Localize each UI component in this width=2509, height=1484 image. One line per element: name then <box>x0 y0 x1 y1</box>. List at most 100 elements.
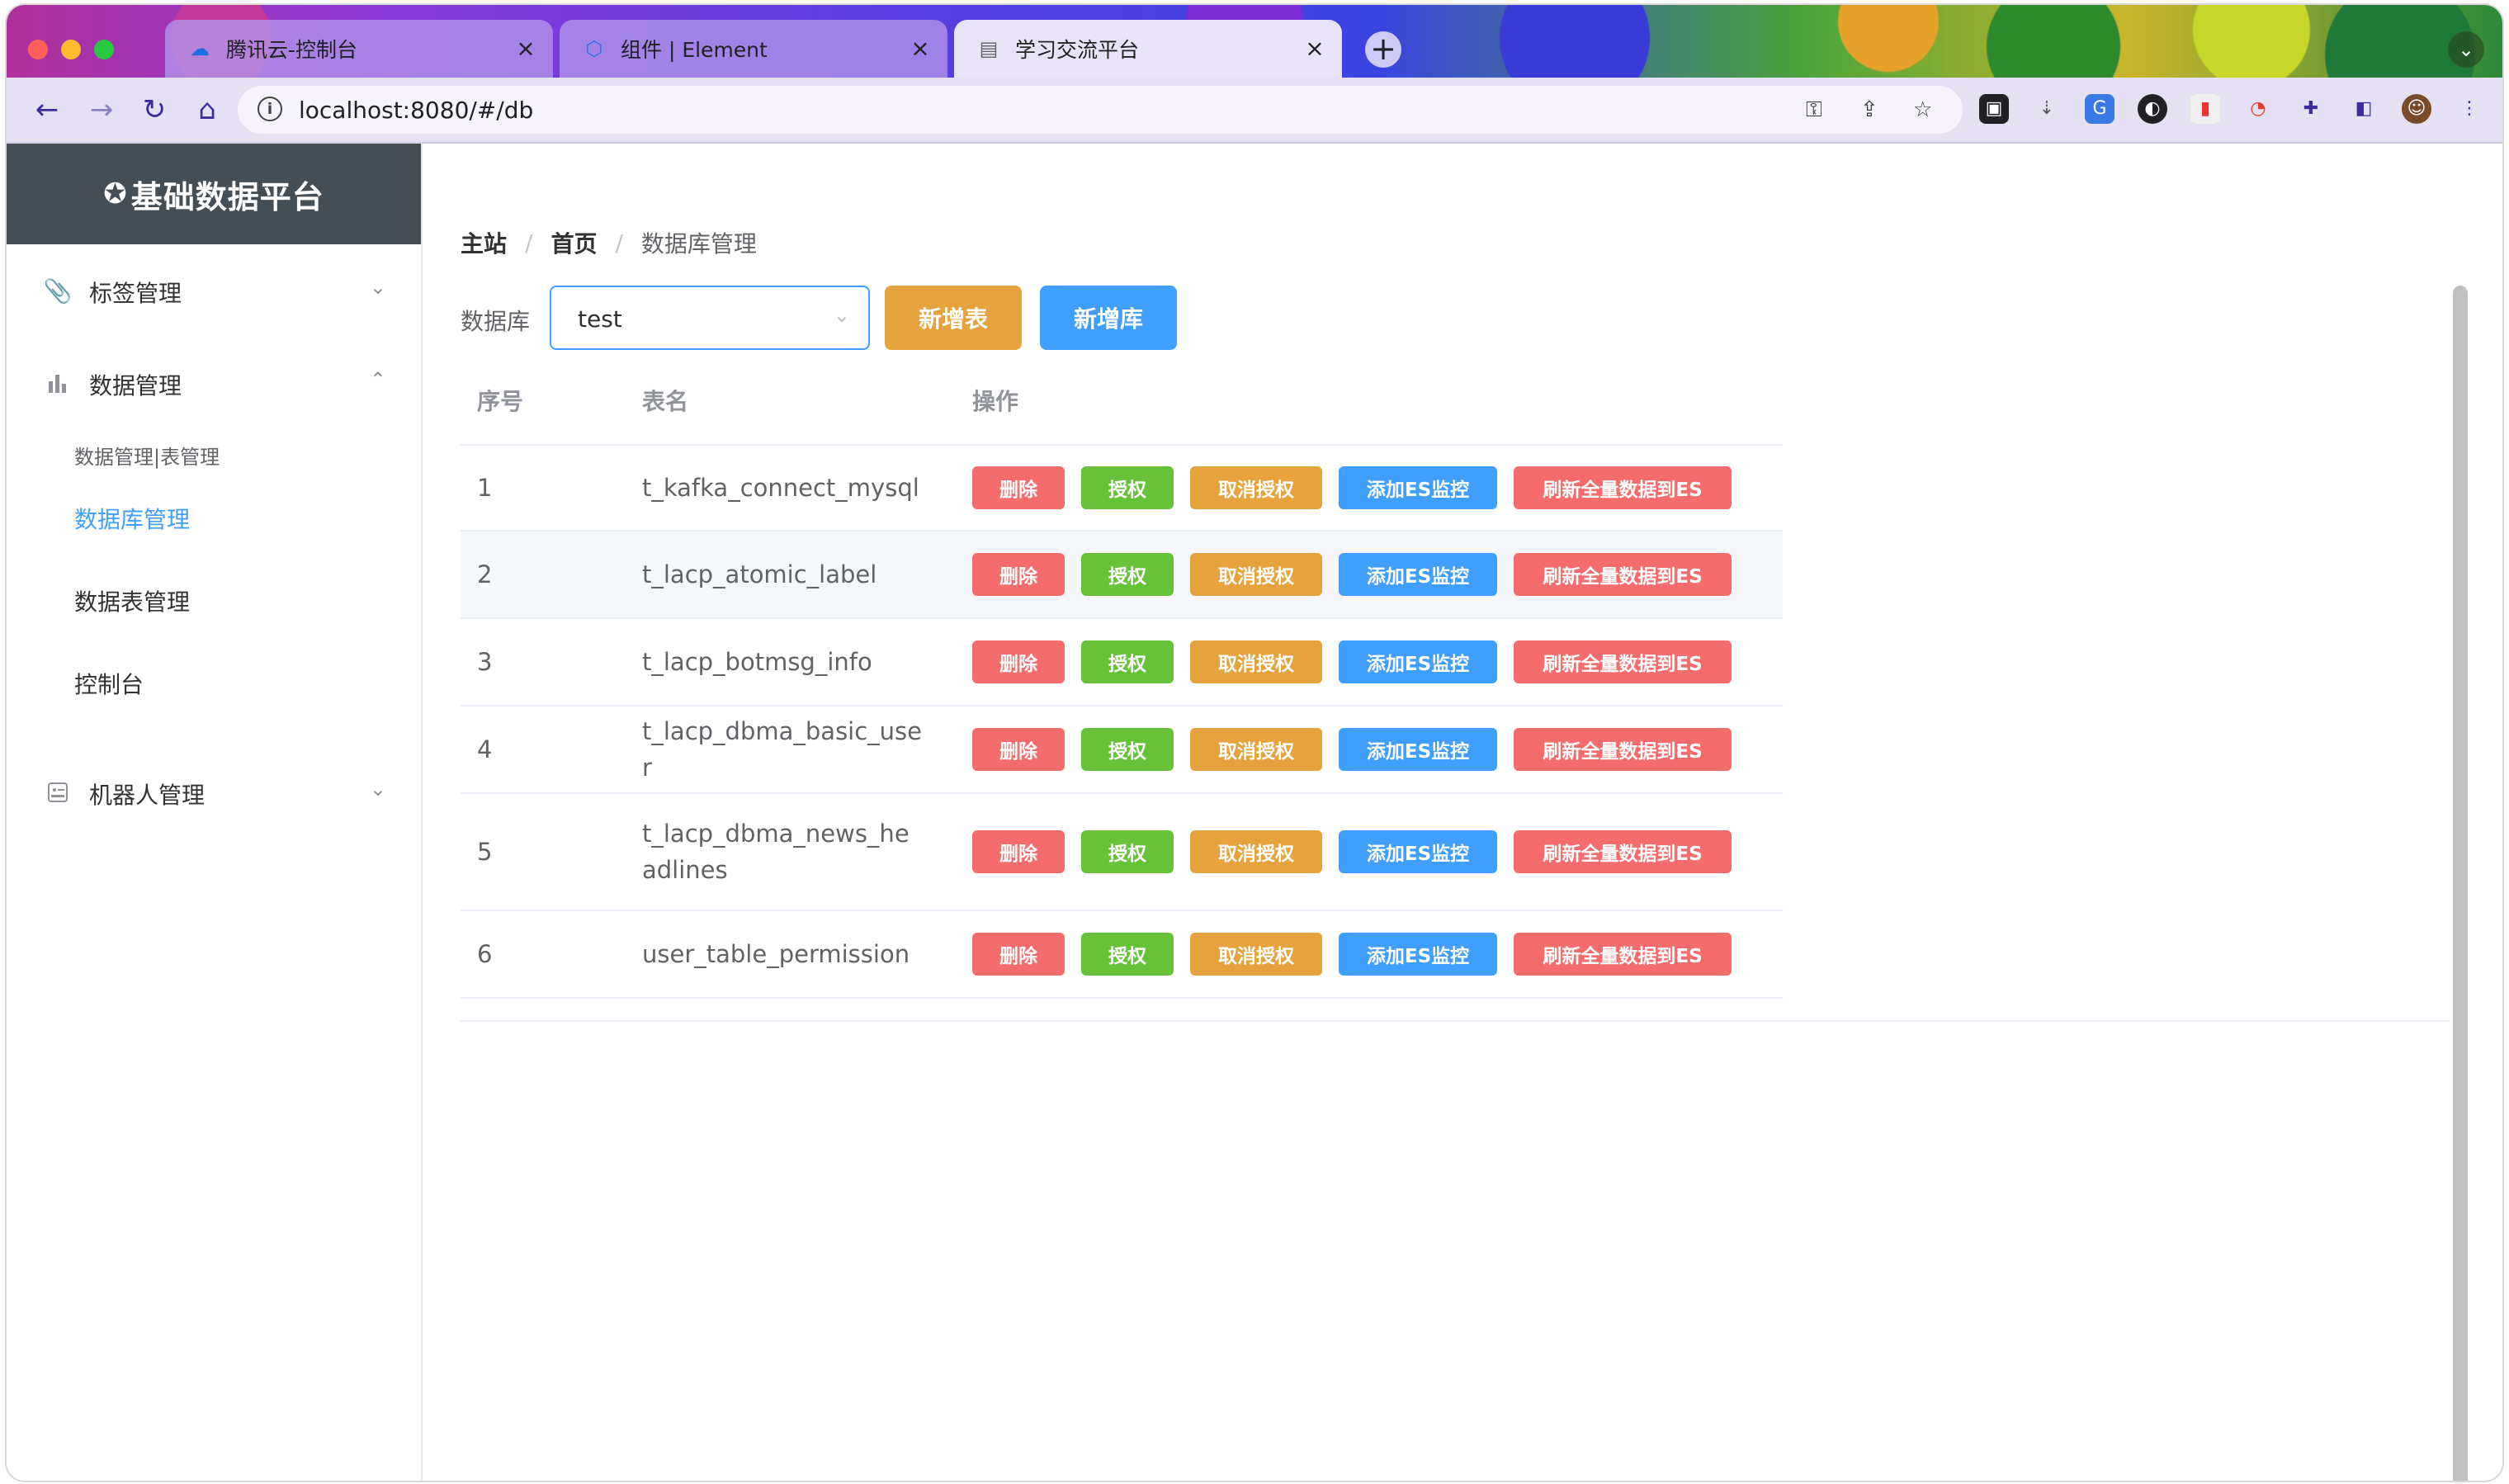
extension-icon[interactable]: ▮ <box>2190 94 2220 124</box>
add-database-button[interactable]: 新增库 <box>1040 286 1177 350</box>
scrollbar[interactable] <box>2453 286 2468 1481</box>
more-icon[interactable]: ⋮ <box>2455 94 2484 124</box>
breadcrumb-separator: / <box>615 229 623 257</box>
close-icon[interactable]: × <box>908 36 933 61</box>
browser-tab-active[interactable]: ▤ 学习交流平台 × <box>954 20 1342 78</box>
delete-button[interactable]: 删除 <box>972 553 1065 596</box>
tab-title: 腾讯云-控制台 <box>226 38 358 62</box>
address-bar[interactable]: i localhost:8080/#/db ⚿ ⇪ ☆ <box>238 86 1963 134</box>
delete-button[interactable]: 删除 <box>972 728 1065 771</box>
submenu-item-console[interactable]: 控制台 <box>74 667 144 700</box>
chevron-up-icon: ⌃ <box>369 368 386 391</box>
add-table-button[interactable]: 新增表 <box>885 286 1022 350</box>
tab-title: 组件 | Element <box>621 38 768 62</box>
table-row: 1 t_kafka_connect_mysql 删除 授权 取消授权 添加ES监… <box>461 445 1783 532</box>
app-logo: ✪ 基础数据平台 <box>7 144 421 244</box>
row-table-name: t_kafka_connect_mysql <box>626 445 956 532</box>
refresh-es-button[interactable]: 刷新全量数据到ES <box>1514 830 1732 873</box>
avatar[interactable]: ☺ <box>2402 94 2431 124</box>
new-tab-button[interactable]: + <box>1365 31 1401 68</box>
refresh-es-button[interactable]: 刷新全量数据到ES <box>1514 640 1732 683</box>
maximize-window-button[interactable] <box>94 40 114 59</box>
tables-table: 序号 表名 操作 1 t_kafka_connect_mysql 删除 授权 取… <box>461 357 1783 999</box>
delete-button[interactable]: 删除 <box>972 933 1065 976</box>
browser-tab[interactable]: ☁ 腾讯云-控制台 × <box>165 20 553 78</box>
add-es-monitor-button[interactable]: 添加ES监控 <box>1339 640 1497 683</box>
extension-icon[interactable]: ▣ <box>1979 94 2009 124</box>
submenu-item-db-mgmt[interactable]: 数据库管理 <box>74 502 190 535</box>
translate-icon[interactable]: G <box>2085 94 2114 124</box>
add-es-monitor-button[interactable]: 添加ES监控 <box>1339 933 1497 976</box>
breadcrumb-item[interactable]: 主站 <box>461 226 507 259</box>
grant-button[interactable]: 授权 <box>1081 640 1174 683</box>
close-icon[interactable]: × <box>1302 36 1327 61</box>
submenu-item-data-table[interactable]: 数据表管理 <box>74 584 190 617</box>
refresh-es-button[interactable]: 刷新全量数据到ES <box>1514 728 1732 771</box>
breadcrumb-item[interactable]: 首页 <box>550 226 597 259</box>
back-arrow-icon[interactable]: ← <box>28 91 66 129</box>
extension-icon[interactable]: ◐ <box>2138 94 2167 124</box>
menu-item-robots[interactable]: 机器人管理 ⌄ <box>7 746 421 839</box>
grant-button[interactable]: 授权 <box>1081 728 1174 771</box>
revoke-button[interactable]: 取消授权 <box>1190 640 1322 683</box>
database-label: 数据库 <box>461 308 531 335</box>
forward-arrow-icon[interactable]: → <box>83 91 120 129</box>
add-es-monitor-button[interactable]: 添加ES监控 <box>1339 830 1497 873</box>
refresh-es-button[interactable]: 刷新全量数据到ES <box>1514 933 1732 976</box>
close-window-button[interactable] <box>28 40 48 59</box>
table-row: 6 user_table_permission 删除 授权 取消授权 添加ES监… <box>461 910 1783 999</box>
grant-button[interactable]: 授权 <box>1081 553 1174 596</box>
revoke-button[interactable]: 取消授权 <box>1190 728 1322 771</box>
tab-title: 学习交流平台 <box>1015 38 1140 62</box>
puzzle-icon[interactable]: ✚ <box>2296 94 2326 124</box>
grant-button[interactable]: 授权 <box>1081 933 1174 976</box>
delete-button[interactable]: 删除 <box>972 466 1065 509</box>
download-icon[interactable]: ⇣ <box>2032 94 2062 124</box>
menu-item-labels[interactable]: 📎 标签管理 ⌄ <box>7 244 421 337</box>
grant-button[interactable]: 授权 <box>1081 830 1174 873</box>
revoke-button[interactable]: 取消授权 <box>1190 933 1322 976</box>
row-table-name: user_table_permission <box>626 910 956 999</box>
grant-button[interactable]: 授权 <box>1081 466 1174 509</box>
row-actions: 删除 授权 取消授权 添加ES监控 刷新全量数据到ES <box>956 445 1783 532</box>
add-es-monitor-button[interactable]: 添加ES监控 <box>1339 728 1497 771</box>
menu-item-data[interactable]: 数据管理 ⌃ <box>7 337 421 429</box>
extension-icon[interactable]: ◔ <box>2243 94 2273 124</box>
revoke-button[interactable]: 取消授权 <box>1190 553 1322 596</box>
refresh-es-button[interactable]: 刷新全量数据到ES <box>1514 466 1732 509</box>
table-row: 2 t_lacp_atomic_label 删除 授权 取消授权 添加ES监控 … <box>461 531 1783 619</box>
menu-label: 数据管理 <box>89 372 182 399</box>
revoke-button[interactable]: 取消授权 <box>1190 830 1322 873</box>
row-table-name: t_lacp_botmsg_info <box>626 618 956 707</box>
chevron-down-icon: ⌄ <box>833 304 850 327</box>
table-row: 4 t_lacp_dbma_basic_user 删除 授权 取消授权 添加ES… <box>461 706 1783 794</box>
row-index: 2 <box>461 531 626 619</box>
breadcrumb-separator: / <box>525 229 533 257</box>
share-icon[interactable]: ⇪ <box>1860 97 1878 122</box>
row-index: 6 <box>461 910 626 999</box>
app-title: 基础数据平台 <box>130 178 324 215</box>
tab-search-chevron-icon[interactable]: ⌄ <box>2448 31 2484 68</box>
submenu-item-table-mgmt[interactable]: 数据管理|表管理 <box>74 441 220 470</box>
add-es-monitor-button[interactable]: 添加ES监控 <box>1339 553 1497 596</box>
sidepanel-icon[interactable]: ◧ <box>2349 94 2379 124</box>
delete-button[interactable]: 删除 <box>972 830 1065 873</box>
add-es-monitor-button[interactable]: 添加ES监控 <box>1339 466 1497 509</box>
browser-tab[interactable]: ⬡ 组件 | Element × <box>560 20 947 78</box>
key-icon[interactable]: ⚿ <box>1806 97 1822 123</box>
delete-button[interactable]: 删除 <box>972 640 1065 683</box>
revoke-button[interactable]: 取消授权 <box>1190 466 1322 509</box>
info-icon[interactable]: i <box>258 97 282 121</box>
home-icon[interactable]: ⌂ <box>188 91 226 129</box>
element-icon: ⬡ <box>585 37 603 60</box>
database-select-value: test <box>578 305 622 333</box>
close-icon[interactable]: × <box>513 36 538 61</box>
row-table-name: t_lacp_dbma_basic_user <box>626 706 956 794</box>
refresh-es-button[interactable]: 刷新全量数据到ES <box>1514 553 1732 596</box>
bookmark-star-icon[interactable]: ☆ <box>1913 97 1932 122</box>
minimize-window-button[interactable] <box>61 40 81 59</box>
reload-icon[interactable]: ↻ <box>135 91 173 129</box>
database-select[interactable]: test ⌄ <box>550 286 870 350</box>
url-text: localhost:8080/#/db <box>299 97 534 124</box>
browser-tabstrip: ☁ 腾讯云-控制台 × ⬡ 组件 | Element × ▤ 学习交流平台 × … <box>7 5 2502 78</box>
